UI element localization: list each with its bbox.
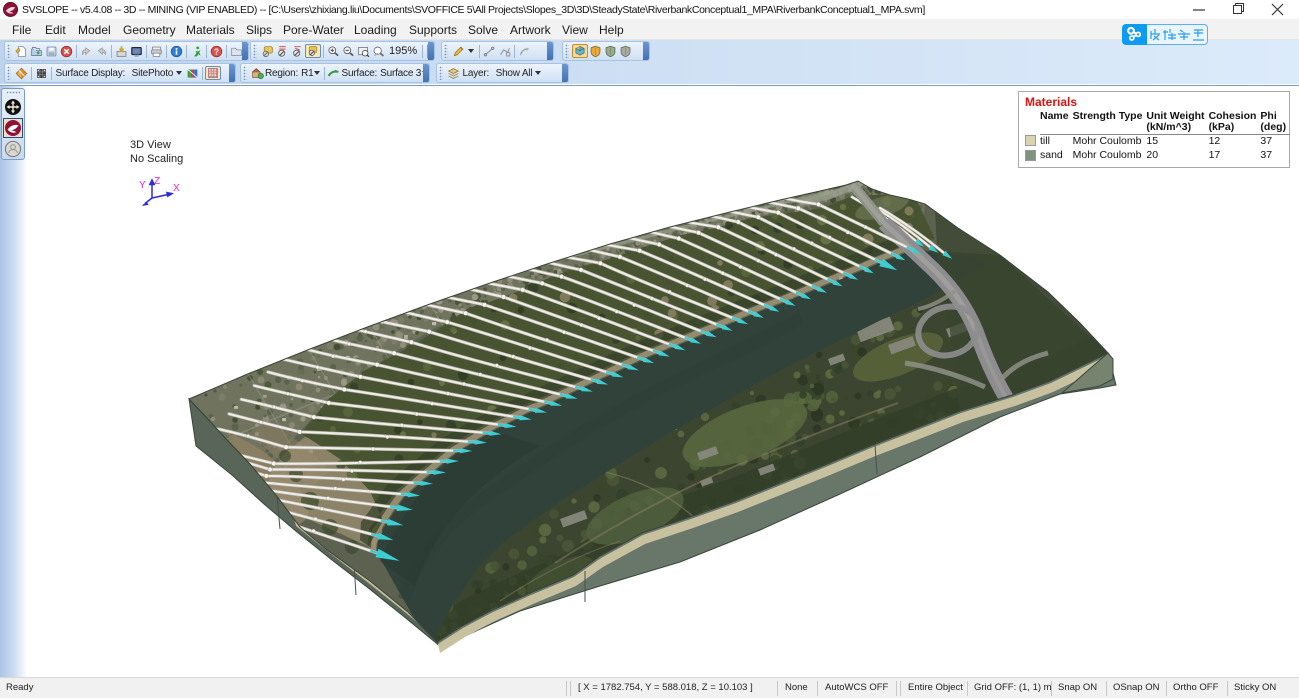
svg-text:?: ?	[214, 47, 219, 56]
